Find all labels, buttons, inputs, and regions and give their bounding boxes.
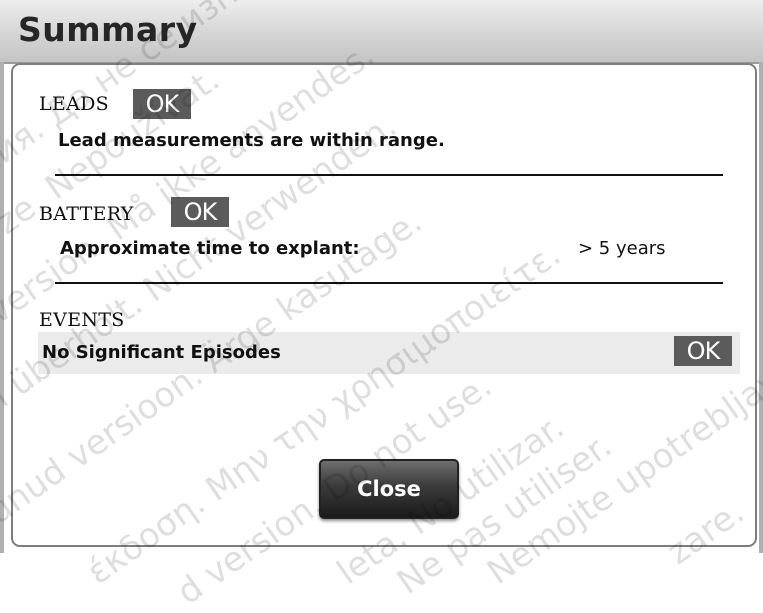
leads-label: LEADS: [39, 93, 109, 115]
window-title: Summary: [18, 10, 198, 49]
events-status-badge: OK: [674, 336, 732, 366]
window-right-edge: [759, 62, 763, 553]
leads-message: Lead measurements are within range.: [58, 130, 445, 151]
battery-field-label: Approximate time to explant:: [60, 238, 360, 259]
close-button[interactable]: Close: [319, 459, 459, 519]
battery-divider: [55, 282, 723, 284]
battery-status-badge: OK: [171, 197, 229, 227]
battery-label: BATTERY: [39, 203, 134, 225]
window-left-edge: [0, 62, 4, 553]
events-label: EVENTS: [39, 309, 125, 331]
leads-status-badge: OK: [133, 89, 191, 119]
title-bar: Summary: [0, 0, 763, 64]
event-row: No Significant Episodes OK: [38, 332, 740, 374]
leads-divider: [55, 174, 723, 176]
events-message: No Significant Episodes: [42, 342, 281, 363]
battery-field-value: > 5 years: [578, 238, 666, 259]
